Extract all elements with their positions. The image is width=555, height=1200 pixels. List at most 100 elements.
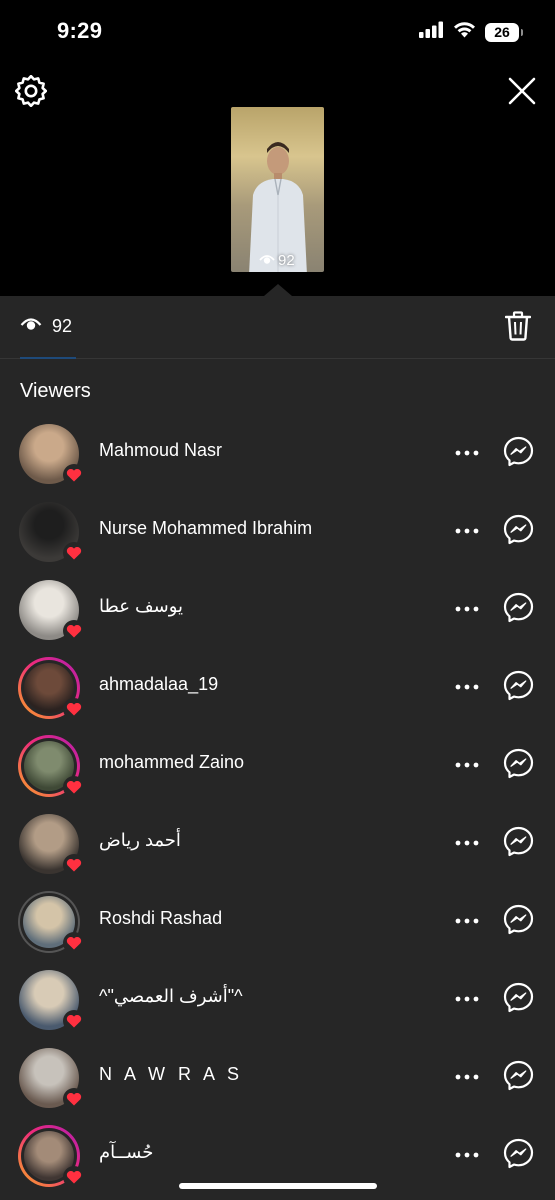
more-icon xyxy=(455,1074,479,1080)
more-icon xyxy=(455,762,479,768)
messenger-icon xyxy=(503,904,534,935)
messenger-icon xyxy=(503,748,534,779)
send-message-button[interactable] xyxy=(502,1137,535,1170)
messenger-icon xyxy=(503,592,534,623)
viewers-sheet: 92 Viewers Mahmoud Nasr Nurse Mohammed Ib… xyxy=(0,284,555,1200)
story-view-count: 92 xyxy=(259,252,295,269)
more-icon xyxy=(455,918,479,924)
viewer-row[interactable]: ^"أشرف العمصي"^ xyxy=(0,964,555,1042)
status-bar: 9:29 26 xyxy=(0,0,555,64)
send-message-button[interactable] xyxy=(502,1059,535,1092)
status-time: 9:29 xyxy=(57,18,103,43)
more-icon xyxy=(455,840,479,846)
liked-badge xyxy=(63,1166,85,1188)
messenger-icon xyxy=(503,826,534,857)
viewer-name[interactable]: mohammed Zaino xyxy=(99,752,244,773)
messenger-icon xyxy=(503,670,534,701)
viewer-avatar[interactable] xyxy=(18,891,85,954)
viewer-avatar[interactable] xyxy=(18,423,85,486)
liked-badge xyxy=(63,776,85,798)
battery-indicator: 26 xyxy=(485,22,523,42)
heart-icon xyxy=(66,780,82,794)
viewer-name[interactable]: Mahmoud Nasr xyxy=(99,440,222,461)
viewer-avatar[interactable] xyxy=(18,735,85,798)
home-indicator xyxy=(179,1183,377,1189)
viewer-row[interactable]: mohammed Zaino xyxy=(0,730,555,808)
viewer-row[interactable]: يوسف عطا xyxy=(0,574,555,652)
liked-badge xyxy=(63,1010,85,1032)
viewer-row[interactable]: Nurse Mohammed Ibrahim xyxy=(0,496,555,574)
story-thumbnail[interactable]: 92 xyxy=(231,107,324,272)
eye-icon xyxy=(20,316,42,337)
viewer-avatar[interactable] xyxy=(18,501,85,564)
more-icon xyxy=(455,684,479,690)
heart-icon xyxy=(66,702,82,716)
heart-icon xyxy=(66,1170,82,1184)
more-options-button[interactable] xyxy=(454,910,480,932)
close-icon xyxy=(508,77,536,110)
viewer-row[interactable]: أحمد رياض xyxy=(0,808,555,886)
more-options-button[interactable] xyxy=(454,1066,480,1088)
tab-views[interactable]: 92 xyxy=(20,316,72,337)
viewer-avatar[interactable] xyxy=(18,657,85,720)
more-options-button[interactable] xyxy=(454,520,480,542)
viewer-name[interactable]: ^"أشرف العمصي"^ xyxy=(99,986,243,1007)
liked-badge xyxy=(63,1088,85,1110)
heart-icon xyxy=(66,936,82,950)
more-options-button[interactable] xyxy=(454,676,480,698)
viewer-row[interactable]: Mahmoud Nasr xyxy=(0,418,555,496)
messenger-icon xyxy=(503,1060,534,1091)
more-icon xyxy=(455,606,479,612)
heart-icon xyxy=(66,624,82,638)
messenger-icon xyxy=(503,982,534,1013)
viewer-list: Mahmoud Nasr Nurse Mohammed Ibrahim يوسف ع… xyxy=(0,418,555,1198)
send-message-button[interactable] xyxy=(502,435,535,468)
close-button[interactable] xyxy=(505,76,539,110)
status-icons: 26 xyxy=(419,21,523,43)
send-message-button[interactable] xyxy=(502,669,535,702)
wifi-icon xyxy=(453,21,476,43)
viewer-name[interactable]: يوسف عطا xyxy=(99,596,183,617)
more-icon xyxy=(455,1152,479,1158)
delete-story-button[interactable] xyxy=(503,310,533,344)
settings-button[interactable] xyxy=(14,74,48,110)
viewer-name[interactable]: Roshdi Rashad xyxy=(99,908,222,929)
send-message-button[interactable] xyxy=(502,591,535,624)
viewer-avatar[interactable] xyxy=(18,1125,85,1188)
send-message-button[interactable] xyxy=(502,981,535,1014)
liked-badge xyxy=(63,464,85,486)
story-view-count-text: 92 xyxy=(278,252,295,269)
viewer-name[interactable]: N A W R A S xyxy=(99,1064,243,1085)
more-options-button[interactable] xyxy=(454,442,480,464)
liked-badge xyxy=(63,854,85,876)
more-options-button[interactable] xyxy=(454,1144,480,1166)
messenger-icon xyxy=(503,436,534,467)
messenger-icon xyxy=(503,1138,534,1169)
messenger-icon xyxy=(503,514,534,545)
viewer-name[interactable]: Nurse Mohammed Ibrahim xyxy=(99,518,312,539)
viewer-avatar[interactable] xyxy=(18,969,85,1032)
send-message-button[interactable] xyxy=(502,825,535,858)
more-options-button[interactable] xyxy=(454,832,480,854)
viewer-row[interactable]: Roshdi Rashad xyxy=(0,886,555,964)
more-options-button[interactable] xyxy=(454,598,480,620)
viewer-avatar[interactable] xyxy=(18,579,85,642)
active-tab-indicator xyxy=(20,357,76,359)
viewer-name[interactable]: حُســآم xyxy=(99,1142,153,1163)
heart-icon xyxy=(66,858,82,872)
send-message-button[interactable] xyxy=(502,747,535,780)
viewer-name[interactable]: ahmadalaa_19 xyxy=(99,674,218,695)
viewer-name[interactable]: أحمد رياض xyxy=(99,830,181,851)
liked-badge xyxy=(63,542,85,564)
send-message-button[interactable] xyxy=(502,513,535,546)
send-message-button[interactable] xyxy=(502,903,535,936)
viewer-row[interactable]: N A W R A S xyxy=(0,1042,555,1120)
more-options-button[interactable] xyxy=(454,988,480,1010)
viewer-avatar[interactable] xyxy=(18,1047,85,1110)
heart-icon xyxy=(66,468,82,482)
more-icon xyxy=(455,996,479,1002)
more-options-button[interactable] xyxy=(454,754,480,776)
viewer-row[interactable]: ahmadalaa_19 xyxy=(0,652,555,730)
viewer-avatar[interactable] xyxy=(18,813,85,876)
more-icon xyxy=(455,450,479,456)
